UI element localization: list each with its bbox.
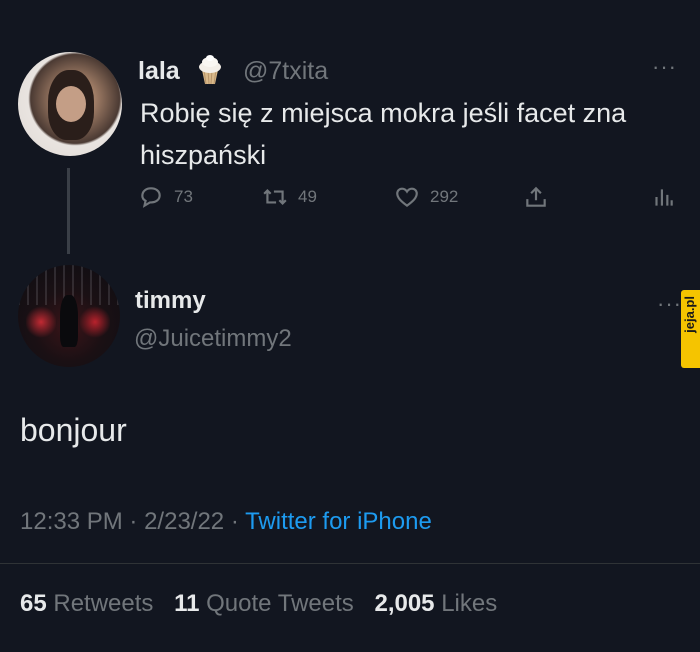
avatar-light-left [26, 305, 56, 339]
heart-icon [396, 187, 418, 208]
likes-stat[interactable]: 2,005 Likes [374, 590, 497, 617]
analytics-button[interactable] [650, 184, 686, 210]
reply-button[interactable]: 73 [138, 184, 193, 210]
thread-line [67, 168, 70, 254]
avatar-lala[interactable] [18, 52, 122, 156]
tweet-text: bonjour [20, 412, 127, 448]
avatar-timmy[interactable] [18, 265, 120, 367]
likes-count: 2,005 [374, 590, 435, 617]
retweet-icon [263, 188, 287, 206]
action-bar: 73 49 292 [138, 184, 683, 218]
retweets-label: Retweets [53, 590, 154, 617]
avatar-face [56, 86, 86, 122]
share-button[interactable] [523, 184, 559, 210]
retweet-button[interactable]: 49 [262, 184, 317, 210]
meta-separator: · [230, 508, 239, 535]
display-name[interactable]: lala [138, 57, 180, 86]
like-button[interactable]: 292 [394, 184, 458, 210]
tweet-source-link[interactable]: Twitter for iPhone [245, 508, 432, 535]
quotes-label: Quote Tweets [206, 590, 354, 617]
handle[interactable]: @7txita [243, 57, 328, 86]
watermark-badge: jeja.pl [681, 290, 700, 368]
more-options-button[interactable]: ··· [657, 291, 682, 317]
like-count: 292 [430, 187, 459, 206]
handle[interactable]: @Juicetimmy2 [134, 325, 292, 353]
retweets-stat[interactable]: 65 Retweets [20, 590, 153, 617]
divider [0, 563, 700, 564]
avatar-figure [60, 295, 78, 347]
reply-count: 73 [174, 187, 193, 206]
retweet-count: 49 [298, 187, 317, 206]
tweet-metadata: 12:33 PM · 2/23/22 · Twitter for iPhone [20, 508, 432, 536]
retweets-count: 65 [20, 590, 47, 617]
analytics-icon [655, 189, 673, 206]
tweet-text: Robię się z miejsca mokra jeśli facet zn… [140, 98, 627, 170]
quotes-count: 11 [174, 590, 200, 617]
watermark-text: jeja.pl [682, 296, 697, 333]
share-icon [526, 186, 546, 207]
meta-separator: · [129, 508, 138, 535]
reply-icon [141, 187, 161, 208]
display-name[interactable]: timmy [135, 287, 206, 315]
quote-tweets-stat[interactable]: 11 Quote Tweets [174, 590, 354, 617]
tweet-date[interactable]: 2/23/22 [144, 508, 224, 535]
likes-label: Likes [441, 590, 498, 617]
engagement-stats: 65 Retweets 11 Quote Tweets 2,005 Likes [20, 590, 497, 618]
more-options-button[interactable]: ··· [652, 54, 677, 80]
tweet-time[interactable]: 12:33 PM [20, 508, 123, 535]
avatar-light-right [80, 305, 110, 339]
cupcake-icon [199, 55, 221, 85]
